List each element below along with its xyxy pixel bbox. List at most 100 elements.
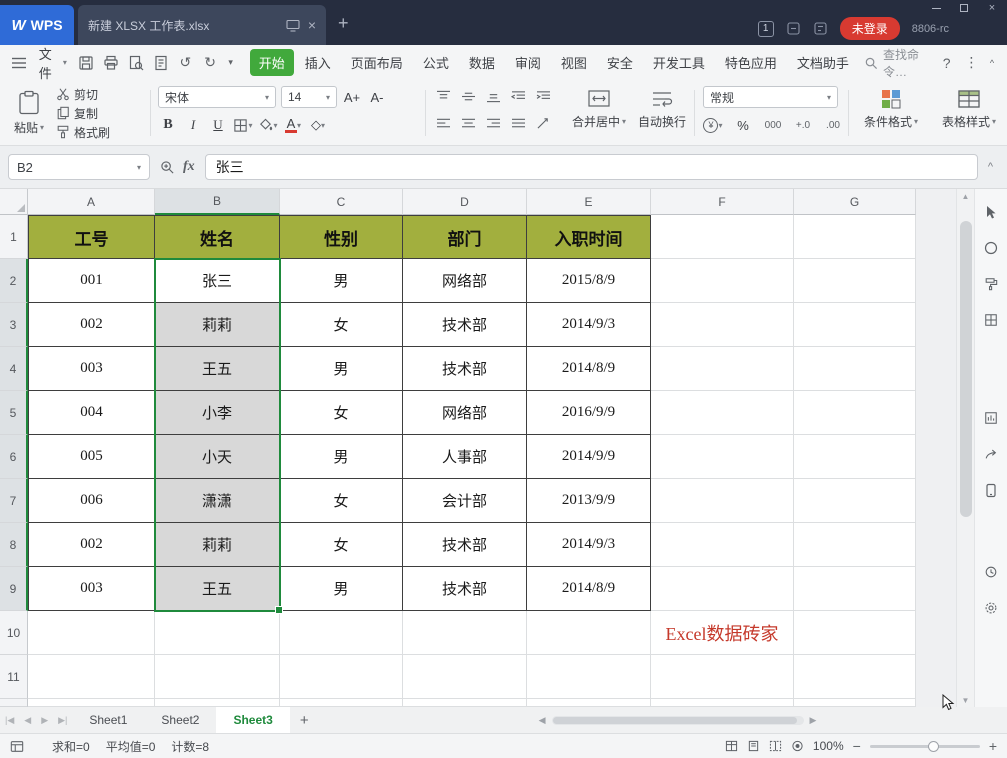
column-header-D[interactable]: D (403, 189, 527, 215)
integrate-icon[interactable] (786, 21, 801, 36)
cell[interactable] (280, 611, 403, 655)
cell[interactable]: 莉莉 (155, 303, 280, 347)
cell[interactable] (527, 611, 651, 655)
command-search[interactable]: 查找命令… (864, 46, 931, 80)
table-tools-icon[interactable] (982, 311, 1000, 329)
row-header[interactable]: 6 (0, 435, 28, 479)
row-header[interactable]: 2 (0, 259, 28, 303)
sheet-tab-2[interactable]: Sheet2 (144, 707, 216, 733)
align-top-button[interactable] (433, 86, 453, 106)
row-header[interactable]: 11 (0, 655, 28, 699)
page-layout-view-icon[interactable] (747, 740, 760, 752)
bold-button[interactable]: B (158, 115, 178, 135)
column-header-E[interactable]: E (527, 189, 651, 215)
zoom-slider[interactable] (870, 745, 980, 748)
cell[interactable]: 2014/9/3 (527, 523, 651, 567)
wrap-text-button[interactable]: 自动换行 (632, 86, 692, 132)
print-preview-icon[interactable] (126, 52, 145, 74)
fill-color-button[interactable]: ▾ (258, 115, 278, 135)
font-size-select[interactable]: 14▾ (281, 86, 337, 108)
row-header[interactable]: 5 (0, 391, 28, 435)
clear-format-button[interactable]: ◇▾ (308, 115, 328, 135)
cell[interactable] (794, 699, 916, 707)
cell[interactable]: 女 (280, 479, 403, 523)
cell[interactable]: 王五 (155, 567, 280, 611)
font-name-select[interactable]: 宋体▾ (158, 86, 276, 108)
cell[interactable] (794, 215, 916, 259)
cell[interactable]: 006 (28, 479, 155, 523)
row-header[interactable]: 10 (0, 611, 28, 655)
collapse-ribbon-icon[interactable]: ^ (987, 52, 997, 74)
cell[interactable] (794, 567, 916, 611)
table-style-button[interactable]: 表格样式▾ (936, 86, 1002, 132)
horizontal-scrollbar[interactable] (552, 716, 804, 725)
tab-developer[interactable]: 开发工具 (644, 49, 714, 76)
thousands-separator-button[interactable]: 000 (763, 115, 783, 135)
tab-security[interactable]: 安全 (598, 49, 642, 76)
eye-protection-icon[interactable] (791, 740, 804, 752)
more-menu-icon[interactable]: ⋮ (962, 52, 981, 74)
cell[interactable]: 技术部 (403, 523, 527, 567)
document-tab[interactable]: 新建 XLSX 工作表.xlsx × (78, 5, 326, 45)
percent-format-button[interactable]: % (733, 115, 753, 135)
horizontal-scrollbar-thumb[interactable] (553, 717, 797, 724)
cell[interactable]: 网络部 (403, 259, 527, 303)
cell[interactable]: 2013/9/9 (527, 479, 651, 523)
sheet-tab-1[interactable]: Sheet1 (72, 707, 144, 733)
tab-close-icon[interactable]: × (308, 17, 316, 33)
cell[interactable] (794, 391, 916, 435)
scroll-left-icon[interactable]: ◀ (539, 715, 546, 726)
collapse-formula-bar-icon[interactable]: ^ (988, 161, 993, 173)
copy-button[interactable]: 复制 (56, 105, 110, 121)
cell[interactable]: 2014/8/9 (527, 347, 651, 391)
vertical-scrollbar[interactable]: ▲ ▼ (956, 189, 974, 707)
cell[interactable]: 王五 (155, 347, 280, 391)
row-header[interactable]: 7 (0, 479, 28, 523)
cell[interactable] (28, 611, 155, 655)
zoom-formula-icon[interactable] (160, 160, 175, 175)
watermark-cell[interactable]: Excel数据砖家 (651, 611, 794, 655)
paste-button[interactable]: 粘贴▾ (8, 86, 50, 140)
row-header[interactable] (0, 699, 28, 707)
settings-icon[interactable] (982, 599, 1000, 617)
align-bottom-button[interactable] (483, 86, 503, 106)
column-header-F[interactable]: F (651, 189, 794, 215)
print-icon[interactable] (102, 52, 121, 74)
cell[interactable]: 003 (28, 567, 155, 611)
currency-format-button[interactable]: ¥▾ (703, 115, 723, 135)
cell[interactable] (794, 655, 916, 699)
cell[interactable]: 潇潇 (155, 479, 280, 523)
cell[interactable] (651, 523, 794, 567)
shape-tool-icon[interactable] (982, 239, 1000, 257)
cell[interactable]: 2016/9/9 (527, 391, 651, 435)
cell[interactable]: 女 (280, 523, 403, 567)
cell[interactable]: 2014/9/3 (527, 303, 651, 347)
cell[interactable] (527, 655, 651, 699)
redo-icon[interactable]: ↻ (201, 52, 220, 74)
cell[interactable]: 人事部 (403, 435, 527, 479)
next-sheet-icon[interactable]: ▶ (41, 715, 48, 726)
cell[interactable]: 002 (28, 523, 155, 567)
cell[interactable] (651, 567, 794, 611)
cut-button[interactable]: 剪切 (56, 86, 110, 102)
cell[interactable]: 男 (280, 347, 403, 391)
cell[interactable] (794, 479, 916, 523)
first-sheet-icon[interactable]: |◀ (5, 715, 14, 726)
cell[interactable] (651, 479, 794, 523)
cell[interactable] (280, 655, 403, 699)
cell[interactable] (651, 435, 794, 479)
work-status-icon[interactable] (813, 21, 828, 36)
share-icon[interactable] (982, 445, 1000, 463)
cell[interactable] (651, 655, 794, 699)
format-roller-icon[interactable] (982, 275, 1000, 293)
hamburger-menu-icon[interactable] (10, 52, 29, 74)
cell[interactable]: 小天 (155, 435, 280, 479)
new-tab-button[interactable]: + (338, 14, 349, 32)
sheet-tab-3[interactable]: Sheet3 (216, 707, 289, 733)
normal-view-icon[interactable] (725, 740, 738, 752)
undo-icon[interactable]: ↺ (176, 52, 195, 74)
cell[interactable] (651, 215, 794, 259)
tab-insert[interactable]: 插入 (296, 49, 340, 76)
workspace-icon[interactable] (10, 740, 24, 753)
zoom-slider-knob[interactable] (928, 741, 939, 752)
